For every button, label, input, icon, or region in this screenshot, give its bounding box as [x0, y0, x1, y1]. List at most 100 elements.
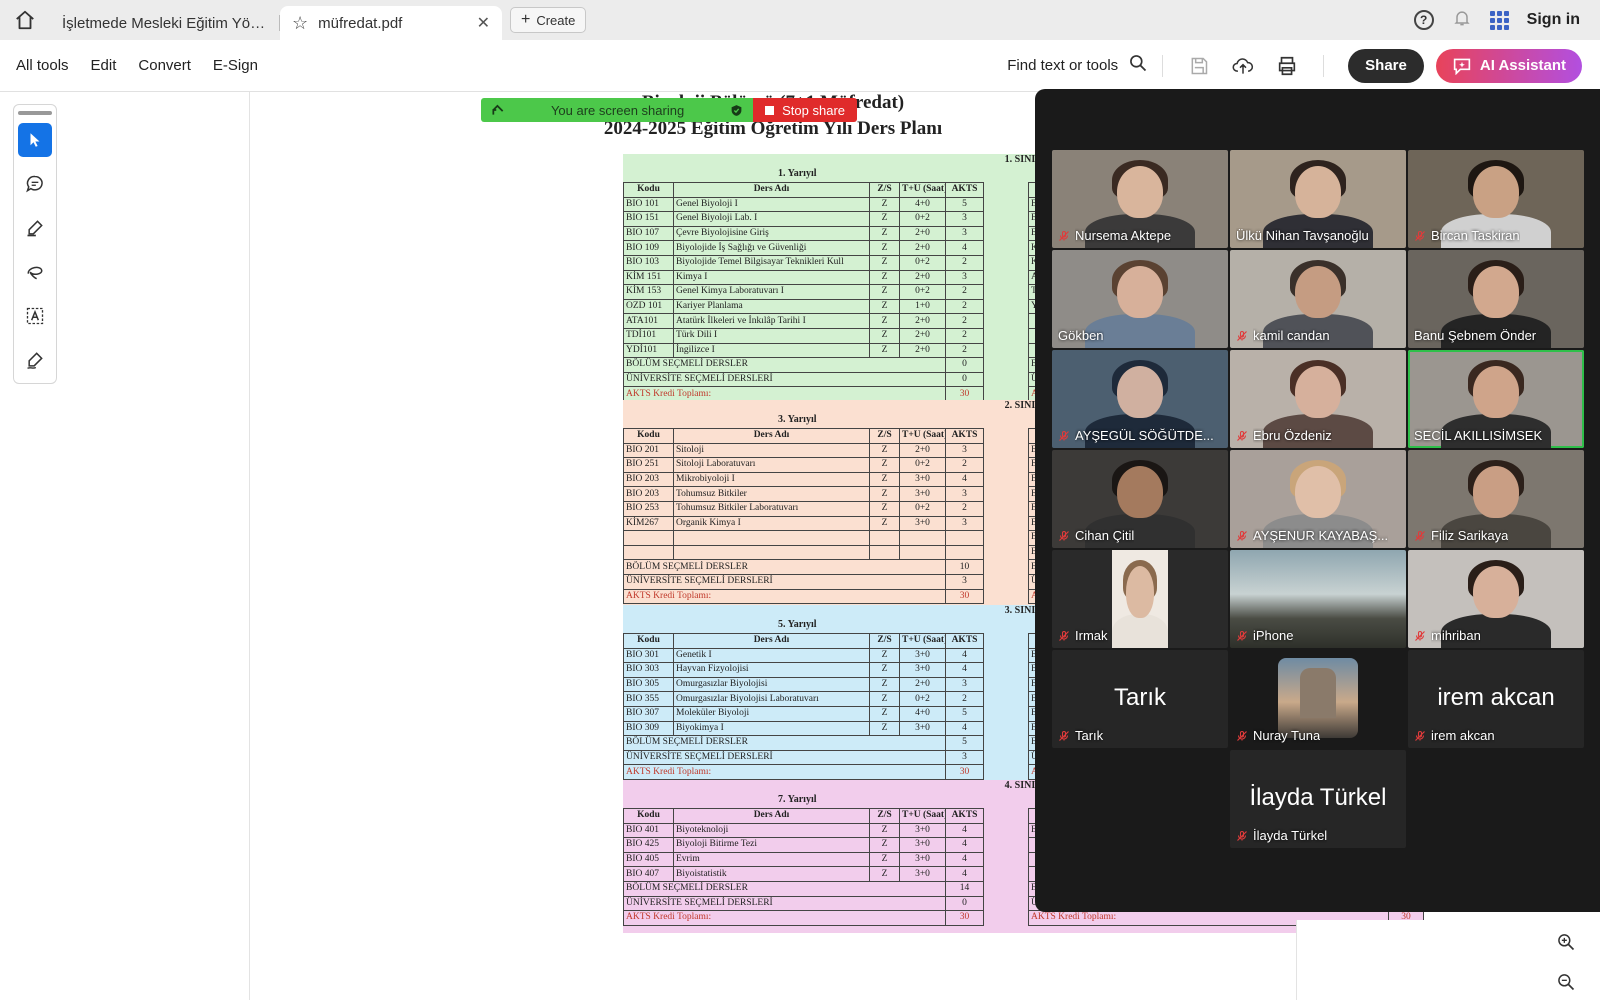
find-tools-label[interactable]: Find text or tools — [1007, 57, 1118, 74]
table-cell: BIO 103 — [623, 254, 674, 271]
participant-tile[interactable]: irem akcan irem akcan — [1408, 650, 1584, 748]
column-header: T+U (Saat) — [899, 633, 946, 649]
participant-tile[interactable]: Bircan Taskiran — [1408, 150, 1584, 248]
table-cell: 4 — [945, 837, 984, 853]
participant-face — [1117, 266, 1163, 318]
menu-all-tools[interactable]: All tools — [16, 57, 69, 74]
share-button[interactable]: Share — [1348, 48, 1424, 83]
table-cell: 3 — [945, 442, 984, 459]
participant-name-tag: iPhone — [1236, 628, 1402, 643]
table-cell: 4 — [945, 471, 984, 488]
search-icon[interactable] — [1128, 53, 1148, 78]
participant-name-tag: mihriban — [1414, 628, 1580, 643]
participant-tile[interactable]: Filiz Sarikaya — [1408, 450, 1584, 548]
apps-grid-icon[interactable] — [1489, 10, 1509, 30]
participant-name: AYŞEGÜL SÖĞÜTDE... — [1075, 428, 1214, 443]
print-icon[interactable] — [1276, 55, 1298, 77]
stop-share-button[interactable]: Stop share — [753, 98, 857, 122]
participant-tile[interactable]: Tarık Tarık — [1052, 650, 1228, 748]
participant-name-tag: irem akcan — [1414, 728, 1580, 743]
table-cell: 3 — [945, 486, 984, 502]
create-button[interactable]: + Create — [510, 7, 587, 33]
zoom-in-icon[interactable] — [1556, 932, 1578, 954]
draw-freehand-icon[interactable] — [18, 255, 52, 289]
participant-name: Nursema Aktepe — [1075, 228, 1172, 243]
table-row: BIO 151 Genel Biyoloji Lab. I Z 0+2 3 — [623, 211, 984, 227]
table-cell: 2 — [945, 254, 984, 271]
participant-name: Nuray Tuna — [1253, 728, 1321, 743]
participant-tile[interactable]: Nuray Tuna — [1230, 650, 1406, 748]
participant-tile[interactable]: iPhone — [1230, 550, 1406, 648]
participant-tile[interactable]: SECİL AKILLISİMSEK — [1408, 350, 1584, 448]
table-row: BIO 407 Biyoistatistik Z 3+0 4 — [623, 866, 984, 882]
semester-table: Kodu Ders Adı Z/S T+U (Saat) AKTS BIO 401 Biyo… — [623, 808, 984, 926]
table-cell: Z — [869, 240, 900, 256]
participant-name: Tarık — [1075, 728, 1104, 743]
share-arrow-icon — [492, 104, 504, 115]
table-row: BIO 425 Biyoloji Bitirme Tezi Z 3+0 4 — [623, 837, 984, 853]
close-icon[interactable]: ✕ — [477, 13, 490, 33]
menu-esign[interactable]: E-Sign — [213, 57, 258, 74]
ai-assistant-button[interactable]: AI Assistant — [1435, 48, 1582, 83]
table-cell: 0+2 — [899, 457, 946, 473]
table-cell: BIO 309 — [623, 720, 674, 737]
select-cursor-icon[interactable] — [18, 123, 52, 157]
participant-tile[interactable]: Ebru Özdeniz — [1230, 350, 1406, 448]
ai-assistant-label: AI Assistant — [1479, 57, 1566, 74]
summary-row: BÖLÜM SEÇMELİ DERSLER 5 — [623, 735, 984, 751]
table-cell: Moleküler Biyoloji — [673, 705, 870, 722]
participant-name: Gökben — [1058, 328, 1104, 343]
participant-tile[interactable]: İlayda Türkel İlayda Türkel — [1230, 750, 1406, 848]
summary-value: 10 — [945, 559, 984, 575]
save-icon[interactable] — [1188, 55, 1210, 77]
summary-label: ÜNİVERSİTE SEÇMELİ DERSLERİ — [623, 371, 946, 388]
participant-tile[interactable]: kamil candan — [1230, 250, 1406, 348]
participant-tile[interactable]: AYŞENUR KAYABAŞ... — [1230, 450, 1406, 548]
cloud-upload-icon[interactable] — [1232, 55, 1254, 77]
participant-tile[interactable]: Ülkü Nihan Tavşanoğlu — [1230, 150, 1406, 248]
participant-name: irem akcan — [1431, 728, 1495, 743]
table-cell: 0+2 — [899, 211, 946, 227]
participant-tile[interactable]: Gökben — [1052, 250, 1228, 348]
participant-tile[interactable]: Banu Şebnem Önder — [1408, 250, 1584, 348]
highlight-pen-icon[interactable] — [18, 211, 52, 245]
participant-tile[interactable]: Cihan Çitil — [1052, 450, 1228, 548]
home-icon[interactable] — [0, 0, 50, 40]
table-cell: 2+0 — [899, 327, 946, 344]
table-cell: Mikrobiyoloji I — [673, 471, 870, 488]
table-cell: Z — [869, 269, 900, 286]
summary-row: ÜNİVERSİTE SEÇMELİ DERSLERİ 0 — [623, 895, 984, 912]
help-icon[interactable]: ? — [1413, 10, 1434, 30]
participant-face — [1473, 366, 1519, 418]
table-cell: Türk Dili I — [673, 327, 870, 344]
table-cell: Z — [869, 196, 900, 213]
table-cell — [623, 530, 674, 546]
table-cell: ATA101 — [623, 313, 674, 329]
sign-icon[interactable] — [18, 343, 52, 377]
participant-tile[interactable]: mihriban — [1408, 550, 1584, 648]
table-cell: Omurgasızlar Biyolojisi — [673, 676, 870, 693]
participant-tile[interactable]: Irmak — [1052, 550, 1228, 648]
tab-active[interactable]: ☆ müfredat.pdf ✕ — [280, 6, 502, 40]
bell-icon[interactable] — [1452, 8, 1472, 33]
column-header: Z/S — [869, 428, 900, 444]
ai-chat-icon — [1453, 58, 1471, 75]
participant-tile[interactable]: AYŞEGÜL SÖĞÜTDE... — [1052, 350, 1228, 448]
participant-tile[interactable]: Nursema Aktepe — [1052, 150, 1228, 248]
zoom-out-icon[interactable] — [1556, 972, 1578, 994]
rail-drag-handle[interactable] — [18, 111, 52, 115]
menu-convert[interactable]: Convert — [138, 57, 191, 74]
table-cell: KİM267 — [623, 515, 674, 532]
sign-in-button[interactable]: Sign in — [1527, 11, 1580, 29]
add-comment-icon[interactable] — [18, 167, 52, 201]
participant-face — [1295, 266, 1341, 318]
screen-share-banner: You are screen sharing Stop share — [481, 98, 857, 122]
participant-name-tag: Cihan Çitil — [1058, 528, 1224, 543]
muted-mic-icon — [1237, 730, 1247, 741]
text-box-icon[interactable] — [18, 299, 52, 333]
muted-mic-icon — [1059, 230, 1069, 241]
menu-edit[interactable]: Edit — [91, 57, 117, 74]
star-icon[interactable]: ☆ — [292, 13, 308, 34]
tab-inactive[interactable]: İşletmede Mesleki Eğitim Yöne... — [50, 6, 280, 40]
table-cell: Z — [869, 500, 900, 517]
